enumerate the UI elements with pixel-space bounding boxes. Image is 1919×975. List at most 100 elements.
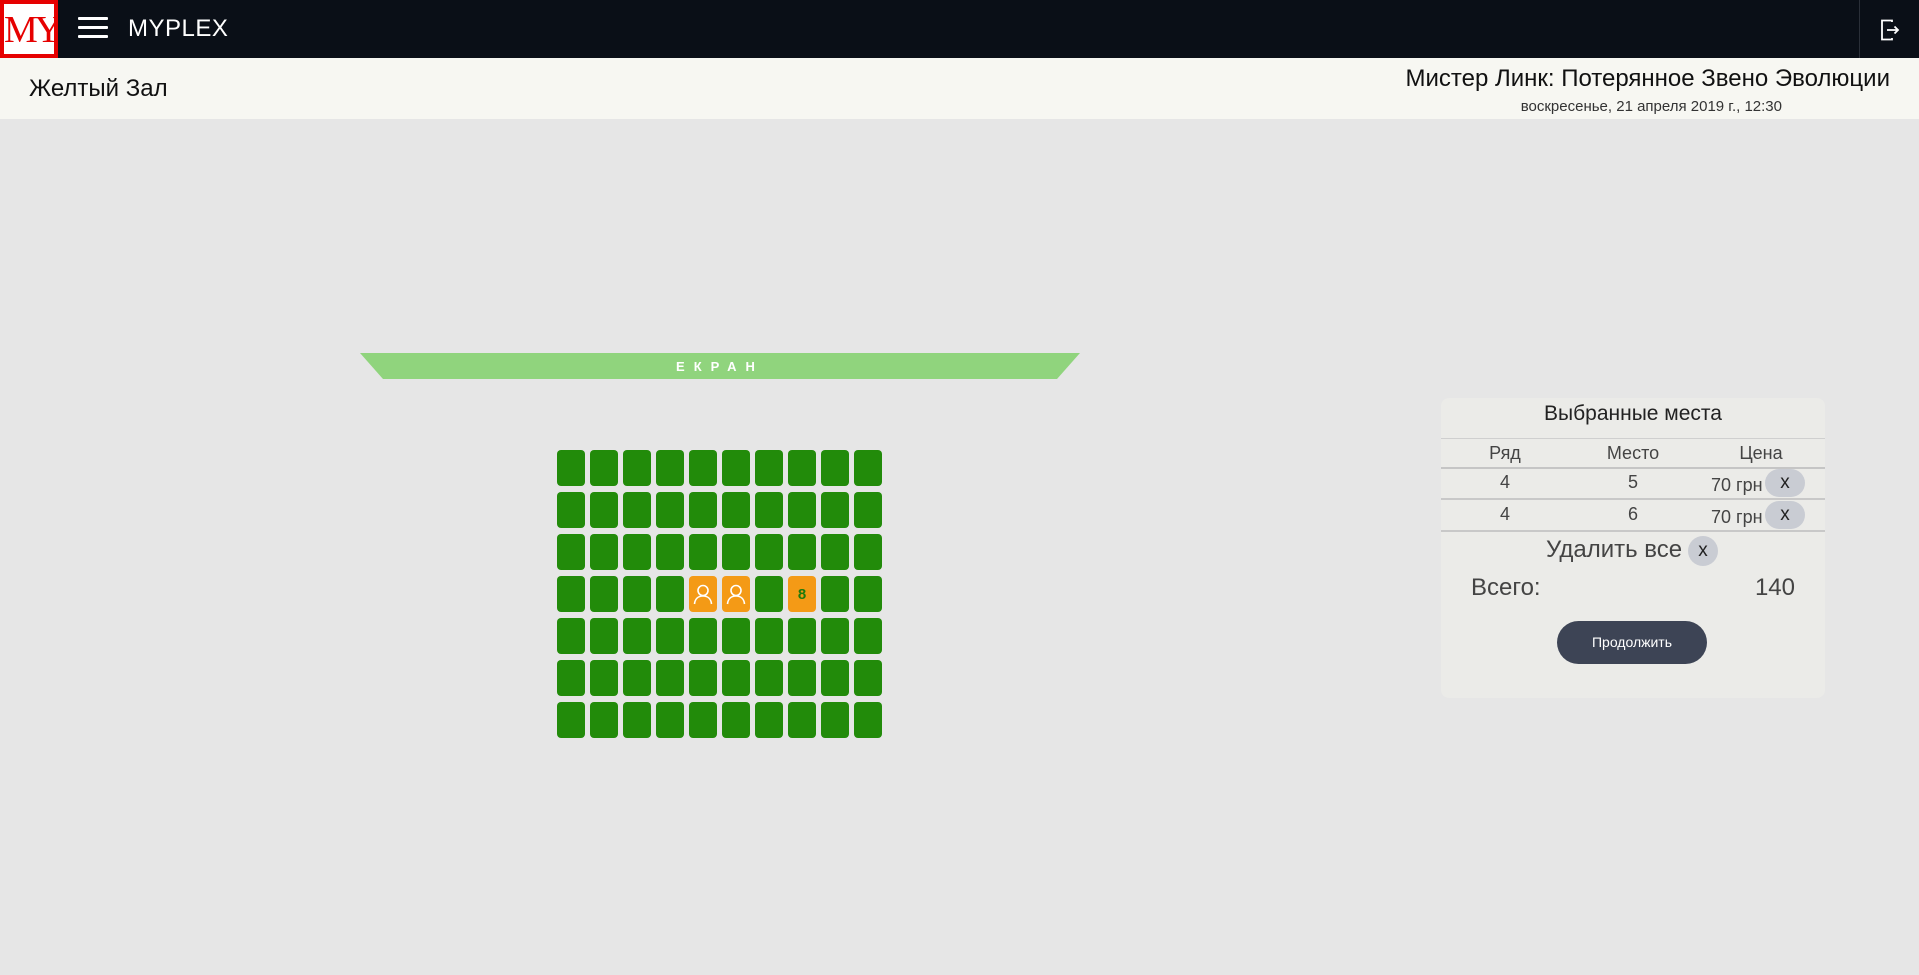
remove-ticket-button[interactable]: x bbox=[1765, 469, 1805, 497]
seat-r1-s8[interactable] bbox=[788, 450, 816, 486]
seat-r2-s7[interactable] bbox=[755, 492, 783, 528]
seat-r7-s9[interactable] bbox=[821, 702, 849, 738]
seat-row-6 bbox=[557, 660, 887, 696]
seat-r4-s10[interactable] bbox=[854, 576, 882, 612]
hamburger-menu-icon[interactable] bbox=[78, 17, 108, 41]
ticket-row: 4 6 70 грн x bbox=[1441, 500, 1825, 532]
seat-r4-s7[interactable] bbox=[755, 576, 783, 612]
brand-name: MYPLEX bbox=[128, 15, 229, 42]
seat-r3-s4[interactable] bbox=[656, 534, 684, 570]
seat-r6-s9[interactable] bbox=[821, 660, 849, 696]
clear-all-row: Удалить все x bbox=[1441, 534, 1825, 566]
ticket-row-number: 4 bbox=[1499, 472, 1510, 492]
seat-r5-s6[interactable] bbox=[722, 618, 750, 654]
seat-r2-s6[interactable] bbox=[722, 492, 750, 528]
seat-r1-s3[interactable] bbox=[623, 450, 651, 486]
session-date: воскресенье, 21 апреля 2019 г., 12:30 bbox=[1520, 98, 1782, 115]
seat-r6-s1[interactable] bbox=[557, 660, 585, 696]
seat-r7-s3[interactable] bbox=[623, 702, 651, 738]
seat-r5-s10[interactable] bbox=[854, 618, 882, 654]
seat-r6-s2[interactable] bbox=[590, 660, 618, 696]
tickets-table-header: Ряд Место Цена bbox=[1441, 438, 1825, 469]
seat-r5-s8[interactable] bbox=[788, 618, 816, 654]
seat-r3-s1[interactable] bbox=[557, 534, 585, 570]
seat-r2-s9[interactable] bbox=[821, 492, 849, 528]
seat-r2-s8[interactable] bbox=[788, 492, 816, 528]
seat-r7-s7[interactable] bbox=[755, 702, 783, 738]
user-icon bbox=[726, 584, 746, 605]
seat-r2-s4[interactable] bbox=[656, 492, 684, 528]
seat-r5-s1[interactable] bbox=[557, 618, 585, 654]
seat-r3-s2[interactable] bbox=[590, 534, 618, 570]
header-row: Ряд bbox=[1489, 443, 1521, 463]
seat-r5-s5[interactable] bbox=[689, 618, 717, 654]
seat-r7-s10[interactable] bbox=[854, 702, 882, 738]
seat-r5-s9[interactable] bbox=[821, 618, 849, 654]
seat-r3-s9[interactable] bbox=[821, 534, 849, 570]
seat-r4-s2[interactable] bbox=[590, 576, 618, 612]
clear-all-button[interactable]: x bbox=[1688, 536, 1718, 566]
seat-r2-s5[interactable] bbox=[689, 492, 717, 528]
seat-map: 8 bbox=[557, 450, 887, 744]
seat-r1-s2[interactable] bbox=[590, 450, 618, 486]
seat-r4-s8[interactable]: 8 bbox=[788, 576, 816, 612]
seat-r6-s7[interactable] bbox=[755, 660, 783, 696]
clear-all-label: Удалить все bbox=[1546, 536, 1683, 563]
seat-r2-s3[interactable] bbox=[623, 492, 651, 528]
seat-r1-s5[interactable] bbox=[689, 450, 717, 486]
ticket-row-number: 4 bbox=[1499, 504, 1510, 524]
seat-r7-s1[interactable] bbox=[557, 702, 585, 738]
seat-row-3 bbox=[557, 534, 887, 570]
seat-r6-s4[interactable] bbox=[656, 660, 684, 696]
seat-r5-s7[interactable] bbox=[755, 618, 783, 654]
seat-r5-s4[interactable] bbox=[656, 618, 684, 654]
seat-r6-s3[interactable] bbox=[623, 660, 651, 696]
seat-row-1 bbox=[557, 450, 887, 486]
seat-r7-s8[interactable] bbox=[788, 702, 816, 738]
seat-r4-s9[interactable] bbox=[821, 576, 849, 612]
seat-r4-s3[interactable] bbox=[623, 576, 651, 612]
hall-name: Желтый Зал bbox=[29, 75, 168, 102]
seat-r3-s5[interactable] bbox=[689, 534, 717, 570]
seat-r6-s10[interactable] bbox=[854, 660, 882, 696]
seat-r5-s2[interactable] bbox=[590, 618, 618, 654]
seat-r3-s6[interactable] bbox=[722, 534, 750, 570]
seat-r7-s5[interactable] bbox=[689, 702, 717, 738]
seat-r2-s2[interactable] bbox=[590, 492, 618, 528]
seat-r7-s4[interactable] bbox=[656, 702, 684, 738]
myplex-logo[interactable]: MY bbox=[0, 0, 58, 58]
seat-r6-s8[interactable] bbox=[788, 660, 816, 696]
total-value: 140 bbox=[1754, 574, 1795, 601]
logout-button[interactable] bbox=[1859, 0, 1919, 58]
seat-r6-s5[interactable] bbox=[689, 660, 717, 696]
seat-r4-s1[interactable] bbox=[557, 576, 585, 612]
ticket-seat-number: 6 bbox=[1627, 504, 1638, 524]
seat-r2-s10[interactable] bbox=[854, 492, 882, 528]
seat-r3-s10[interactable] bbox=[854, 534, 882, 570]
seat-r7-s2[interactable] bbox=[590, 702, 618, 738]
seat-r3-s7[interactable] bbox=[755, 534, 783, 570]
remove-ticket-button[interactable]: x bbox=[1765, 501, 1805, 529]
seat-r7-s6[interactable] bbox=[722, 702, 750, 738]
seat-r3-s3[interactable] bbox=[623, 534, 651, 570]
seat-row-7 bbox=[557, 702, 887, 738]
seat-r3-s8[interactable] bbox=[788, 534, 816, 570]
seat-r4-s4[interactable] bbox=[656, 576, 684, 612]
logo-text: MY bbox=[4, 4, 54, 54]
seat-r6-s6[interactable] bbox=[722, 660, 750, 696]
seat-r5-s3[interactable] bbox=[623, 618, 651, 654]
movie-title: Мистер Линк: Потерянное Звено Эволюции bbox=[1405, 65, 1890, 92]
seat-r4-s5[interactable] bbox=[689, 576, 717, 612]
seat-r1-s1[interactable] bbox=[557, 450, 585, 486]
seat-r4-s6[interactable] bbox=[722, 576, 750, 612]
seat-r1-s9[interactable] bbox=[821, 450, 849, 486]
seat-r1-s6[interactable] bbox=[722, 450, 750, 486]
seat-r2-s1[interactable] bbox=[557, 492, 585, 528]
cinema-screen: ЕКРАН bbox=[360, 353, 1080, 379]
continue-button[interactable]: Продолжить bbox=[1557, 621, 1707, 664]
ticket-row: 4 5 70 грн x bbox=[1441, 468, 1825, 500]
seat-number-label: 8 bbox=[797, 585, 807, 603]
seat-r1-s4[interactable] bbox=[656, 450, 684, 486]
seat-r1-s7[interactable] bbox=[755, 450, 783, 486]
seat-r1-s10[interactable] bbox=[854, 450, 882, 486]
